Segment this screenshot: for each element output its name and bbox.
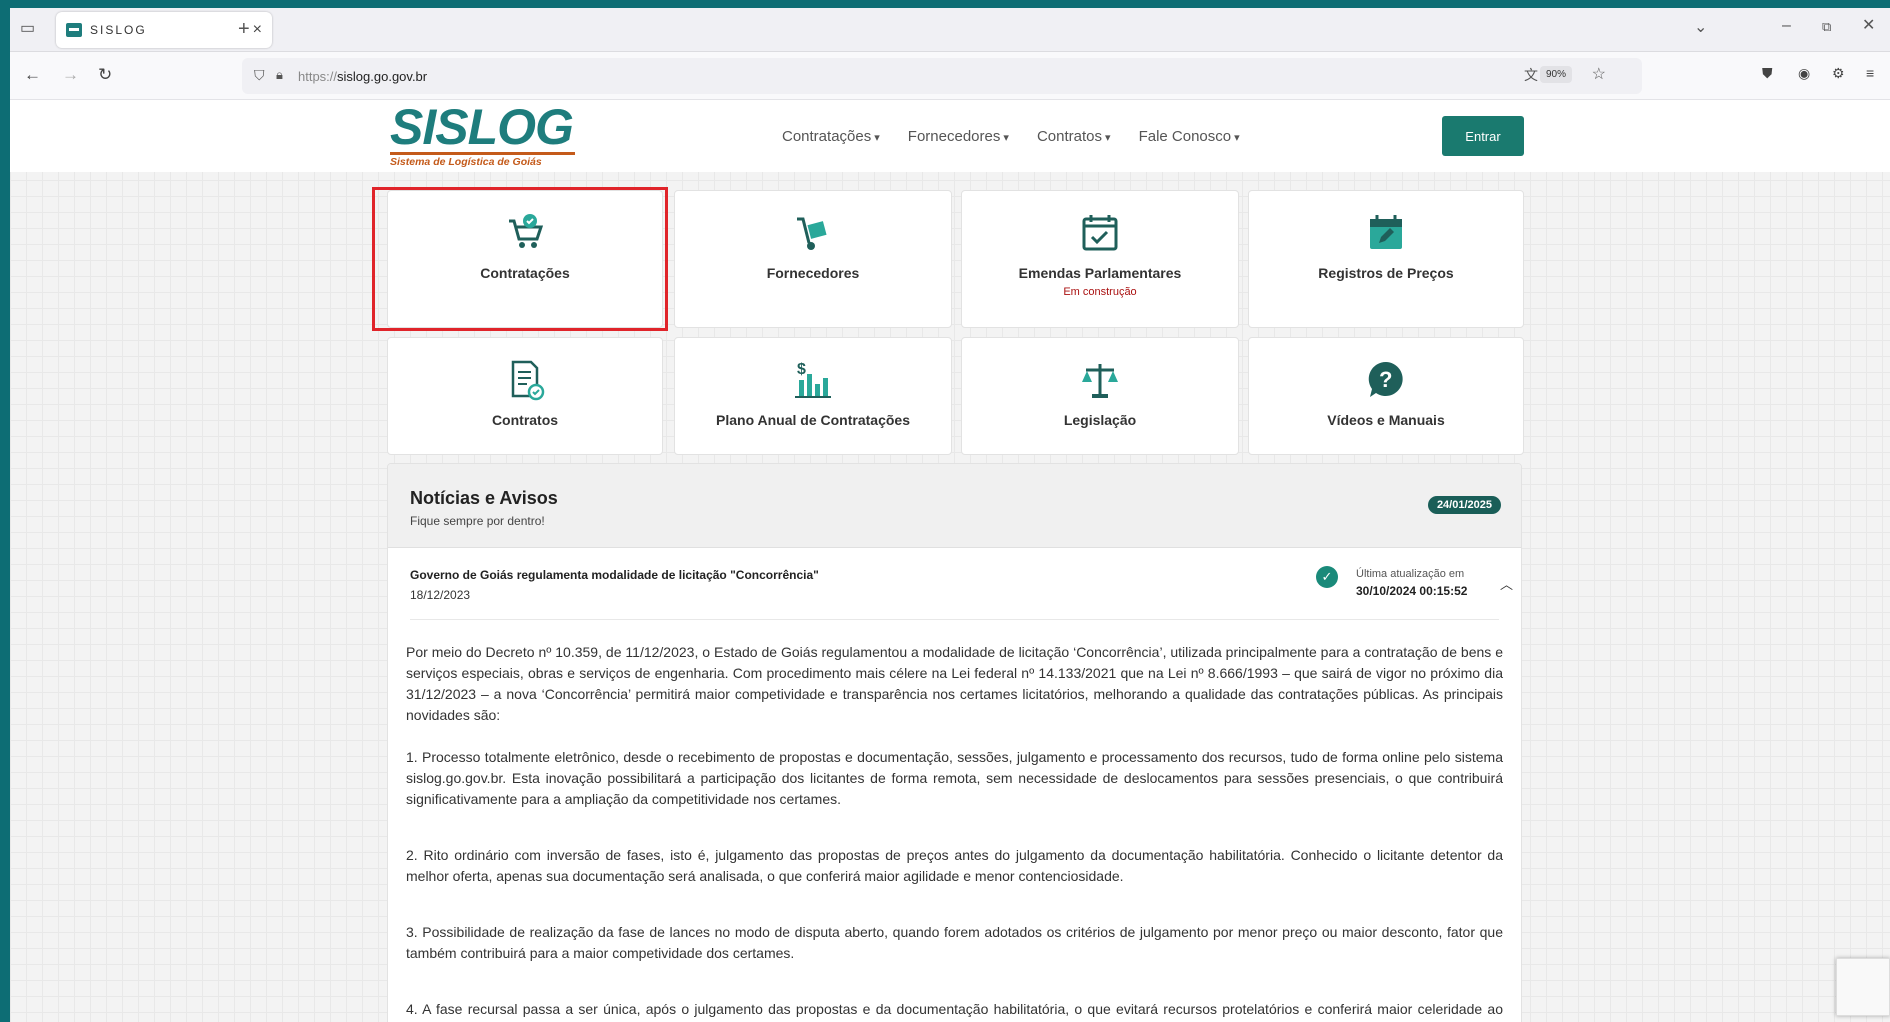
- menu-fornecedores[interactable]: Fornecedores: [908, 128, 1009, 145]
- lock-icon[interactable]: 🔒︎: [276, 68, 283, 81]
- tab-strip: ▭ SISLOG × + ⌄ – ⧉ ✕: [10, 8, 1890, 52]
- navigation-bar: ← → ↻ ⛉ 🔒︎ https://sislog.go.gov.br 文 90…: [10, 52, 1890, 100]
- dollar-chart-icon: $: [795, 361, 831, 398]
- svg-text:$: $: [797, 361, 806, 378]
- hand-truck-icon: [797, 217, 827, 250]
- bookmark-star-icon[interactable]: ☆: [1592, 67, 1606, 83]
- card-label: Registros de Preços: [1318, 265, 1454, 281]
- card-registros-de-precos[interactable]: Registros de Preços: [1248, 190, 1524, 328]
- news-item-title: Governo de Goiás regulamenta modalidade …: [410, 568, 819, 582]
- updated-value: 30/10/2024 00:15:52: [1356, 584, 1468, 598]
- news-title: Notícias e Avisos: [410, 488, 558, 508]
- main-menu: Contratações Fornecedores Contratos Fale…: [782, 128, 1240, 145]
- news-item-header[interactable]: Governo de Goiás regulamenta modalidade …: [410, 548, 1513, 620]
- news-header: Notícias e Avisos Fique sempre por dentr…: [388, 464, 1521, 548]
- tab-overview-icon[interactable]: ▭: [20, 21, 35, 37]
- news-panel: Notícias e Avisos Fique sempre por dentr…: [387, 463, 1522, 1022]
- card-contratos[interactable]: Contratos: [387, 337, 663, 455]
- account-icon[interactable]: ◉: [1798, 66, 1810, 80]
- pocket-icon[interactable]: ⛊: [1762, 66, 1773, 80]
- menu-contratos[interactable]: Contratos: [1037, 128, 1111, 145]
- calendar-check-icon: [1082, 215, 1118, 251]
- desktop-background: [0, 0, 10, 1022]
- minimize-icon[interactable]: –: [1782, 18, 1791, 34]
- question-icon: ?: [1368, 361, 1403, 397]
- menu-fale-conosco[interactable]: Fale Conosco: [1139, 128, 1240, 145]
- highlight-box: [372, 187, 668, 331]
- card-legislacao[interactable]: Legislação: [961, 337, 1239, 455]
- close-window-icon[interactable]: ✕: [1862, 18, 1875, 34]
- news-item-date: 18/12/2023: [410, 588, 471, 602]
- site-favicon-icon: [66, 23, 82, 37]
- card-label: Legislação: [1063, 412, 1137, 428]
- news-paragraph: Por meio do Decreto nº 10.359, de 11/12/…: [406, 644, 1503, 723]
- card-label: Fornecedores: [766, 265, 860, 281]
- login-button[interactable]: Entrar: [1442, 116, 1524, 156]
- back-icon[interactable]: ←: [24, 66, 41, 83]
- tab-list-chevron-icon[interactable]: ⌄: [1694, 20, 1707, 36]
- reload-icon[interactable]: ↻: [98, 66, 112, 83]
- page-content: SISLOG Sistema de Logística de Goiás Con…: [10, 100, 1890, 1022]
- menu-contratacoes[interactable]: Contratações: [782, 128, 880, 145]
- news-paragraph: 4. A fase recursal passa a ser única, ap…: [406, 1001, 1503, 1017]
- news-item-body: Por meio do Decreto nº 10.359, de 11/12/…: [388, 620, 1521, 1022]
- card-label: Plano Anual de Contratações: [716, 412, 910, 428]
- new-tab-icon[interactable]: +: [238, 19, 250, 39]
- card-fornecedores[interactable]: Fornecedores: [674, 190, 952, 328]
- under-construction-label: Em construção: [1063, 286, 1137, 298]
- menu-icon[interactable]: ≡: [1866, 66, 1874, 80]
- tab-title: SISLOG: [90, 23, 147, 37]
- address-bar[interactable]: ⛉ 🔒︎ https://sislog.go.gov.br 文 90% ☆: [242, 58, 1642, 94]
- sislog-logo[interactable]: SISLOG Sistema de Logística de Goiás: [390, 100, 580, 168]
- url-text[interactable]: https://sislog.go.gov.br: [298, 69, 427, 84]
- forward-icon[interactable]: →: [62, 66, 79, 83]
- check-circle-icon: ✓: [1316, 566, 1338, 588]
- updated-label: Última atualização em: [1356, 568, 1465, 580]
- document-check-icon: [511, 360, 545, 401]
- news-subtitle: Fique sempre por dentro!: [410, 514, 545, 528]
- card-label: Contratos: [491, 412, 559, 428]
- browser-window: ▭ SISLOG × + ⌄ – ⧉ ✕ ← → ↻ ⛉ 🔒︎ https://…: [10, 8, 1890, 1022]
- news-paragraph: 1. Processo totalmente eletrônico, desde…: [406, 749, 1503, 807]
- news-date-badge: 24/01/2025: [1427, 496, 1501, 514]
- card-plano-anual[interactable]: $ Plano Anual de Contratações: [674, 337, 952, 455]
- site-header: SISLOG Sistema de Logística de Goiás Con…: [10, 100, 1890, 172]
- card-videos-manuais[interactable]: ? Vídeos e Manuais: [1248, 337, 1524, 455]
- chevron-up-icon[interactable]: ︿: [1500, 574, 1513, 593]
- card-emendas-parlamentares[interactable]: Emendas Parlamentares Em construção: [961, 190, 1239, 328]
- news-paragraph: 3. Possibilidade de realização da fase d…: [406, 924, 1503, 961]
- translate-icon[interactable]: 文: [1524, 68, 1538, 82]
- zoom-level[interactable]: 90%: [1539, 66, 1572, 83]
- logo-text: SISLOG: [390, 100, 574, 155]
- shield-icon[interactable]: ⛉: [254, 68, 265, 82]
- scales-icon: [1082, 364, 1118, 398]
- calendar-edit-icon: [1370, 215, 1402, 249]
- recaptcha-badge[interactable]: [1836, 958, 1890, 1016]
- extensions-icon[interactable]: ⚙: [1832, 66, 1845, 80]
- news-paragraph: 2. Rito ordinário com inversão de fases,…: [406, 847, 1503, 884]
- tab-close-icon[interactable]: ×: [253, 21, 262, 39]
- card-label: Emendas Parlamentares: [1018, 265, 1182, 281]
- restore-icon[interactable]: ⧉: [1822, 20, 1831, 33]
- svg-text:?: ?: [1379, 367, 1392, 392]
- card-label: Vídeos e Manuais: [1327, 412, 1445, 428]
